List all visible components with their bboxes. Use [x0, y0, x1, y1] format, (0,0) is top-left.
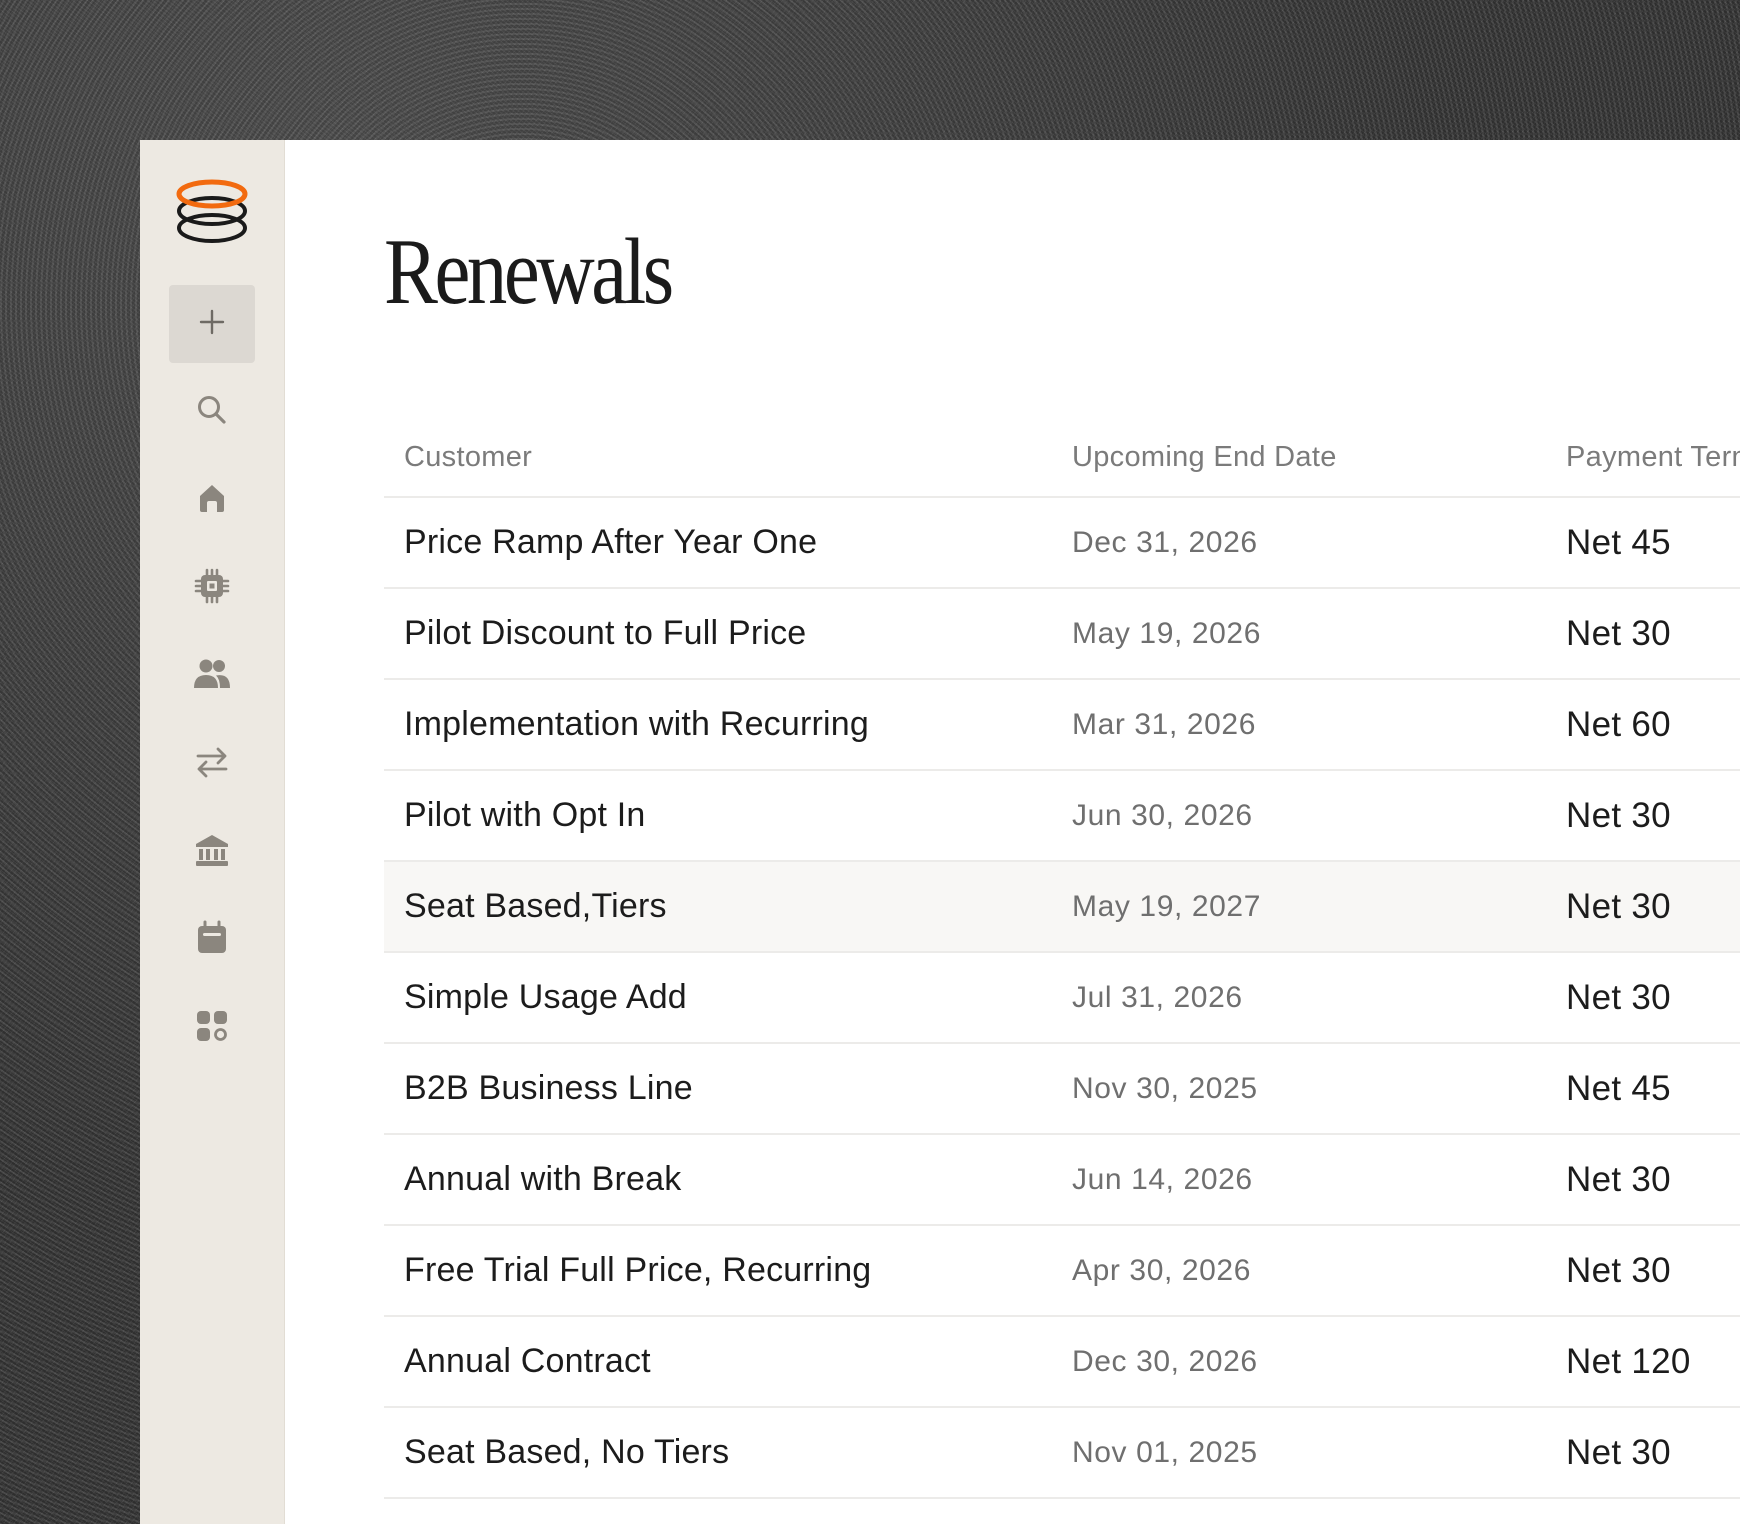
payment-terms-cell: Net 30 [1566, 614, 1671, 653]
end-date-cell: Jul 31, 2026 [1072, 981, 1243, 1014]
column-header-payment-terms[interactable]: Payment Terms [1566, 418, 1740, 496]
payment-terms-cell: Net 30 [1566, 1160, 1671, 1199]
table-header: Customer Upcoming End Date Payment Terms [384, 418, 1740, 498]
payment-terms-cell: Net 30 [1566, 796, 1671, 835]
payment-terms-cell: Net 60 [1566, 705, 1671, 744]
table-row[interactable]: Simple Usage Add Jul 31, 2026 Net 30 [384, 953, 1740, 1044]
app-window: Renewals Customer Upcoming End Date Paym… [140, 140, 1740, 1524]
customer-cell: Free Trial Full Price, Recurring [404, 1251, 872, 1289]
renewals-table: Customer Upcoming End Date Payment Terms… [384, 418, 1740, 1499]
chip-icon[interactable] [192, 566, 232, 606]
table-row[interactable]: Pilot with Opt In Jun 30, 2026 Net 30 [384, 771, 1740, 862]
table-row[interactable]: B2B Business Line Nov 30, 2025 Net 45 [384, 1044, 1740, 1135]
new-button[interactable] [169, 285, 255, 363]
page-title: Renewals [384, 220, 674, 324]
column-header-customer[interactable]: Customer [404, 418, 532, 496]
end-date-cell: Nov 30, 2025 [1072, 1072, 1258, 1105]
customer-cell: B2B Business Line [404, 1069, 693, 1107]
table-row[interactable]: Free Trial Full Price, Recurring Apr 30,… [384, 1226, 1740, 1317]
sidebar [140, 140, 285, 1524]
search-icon[interactable] [192, 390, 232, 430]
home-icon[interactable] [192, 478, 232, 518]
end-date-cell: Dec 31, 2026 [1072, 526, 1258, 559]
end-date-cell: Nov 01, 2025 [1072, 1436, 1258, 1469]
table-row[interactable]: Price Ramp After Year One Dec 31, 2026 N… [384, 498, 1740, 589]
column-header-end-date[interactable]: Upcoming End Date [1072, 418, 1337, 496]
customer-cell: Annual with Break [404, 1160, 682, 1198]
customer-cell: Implementation with Recurring [404, 705, 869, 743]
payment-terms-cell: Net 45 [1566, 523, 1671, 562]
customer-cell: Annual Contract [404, 1342, 651, 1380]
customer-cell: Pilot with Opt In [404, 796, 646, 834]
table-row[interactable]: Seat Based, No Tiers Nov 01, 2025 Net 30 [384, 1408, 1740, 1499]
payment-terms-cell: Net 30 [1566, 1251, 1671, 1290]
end-date-cell: Apr 30, 2026 [1072, 1254, 1251, 1287]
customer-cell: Seat Based, No Tiers [404, 1433, 730, 1471]
apps-grid-icon[interactable] [192, 1006, 232, 1046]
payment-terms-cell: Net 30 [1566, 887, 1671, 926]
transfer-arrows-icon[interactable] [192, 742, 232, 782]
table-row[interactable]: Pilot Discount to Full Price May 19, 202… [384, 589, 1740, 680]
end-date-cell: Jun 14, 2026 [1072, 1163, 1253, 1196]
stacked-rings-logo-icon[interactable] [174, 178, 250, 248]
payment-terms-cell: Net 30 [1566, 978, 1671, 1017]
end-date-cell: Dec 30, 2026 [1072, 1345, 1258, 1378]
users-icon[interactable] [192, 654, 232, 694]
table-row[interactable]: Implementation with Recurring Mar 31, 20… [384, 680, 1740, 771]
table-row[interactable]: Annual Contract Dec 30, 2026 Net 120 [384, 1317, 1740, 1408]
customer-cell: Pilot Discount to Full Price [404, 614, 807, 652]
end-date-cell: Jun 30, 2026 [1072, 799, 1253, 832]
end-date-cell: May 19, 2026 [1072, 617, 1261, 650]
end-date-cell: May 19, 2027 [1072, 890, 1261, 923]
payment-terms-cell: Net 120 [1566, 1342, 1691, 1381]
main-content: Renewals Customer Upcoming End Date Paym… [284, 140, 1740, 1524]
bank-icon[interactable] [192, 830, 232, 870]
customer-cell: Price Ramp After Year One [404, 523, 818, 561]
plus-icon [197, 307, 227, 342]
calendar-icon[interactable] [192, 918, 232, 958]
payment-terms-cell: Net 30 [1566, 1433, 1671, 1472]
table-row-hovered[interactable]: Seat Based,Tiers May 19, 2027 Net 30 [384, 862, 1740, 953]
end-date-cell: Mar 31, 2026 [1072, 708, 1256, 741]
customer-cell: Seat Based,Tiers [404, 887, 667, 925]
customer-cell: Simple Usage Add [404, 978, 687, 1016]
table-row[interactable]: Annual with Break Jun 14, 2026 Net 30 [384, 1135, 1740, 1226]
payment-terms-cell: Net 45 [1566, 1069, 1671, 1108]
